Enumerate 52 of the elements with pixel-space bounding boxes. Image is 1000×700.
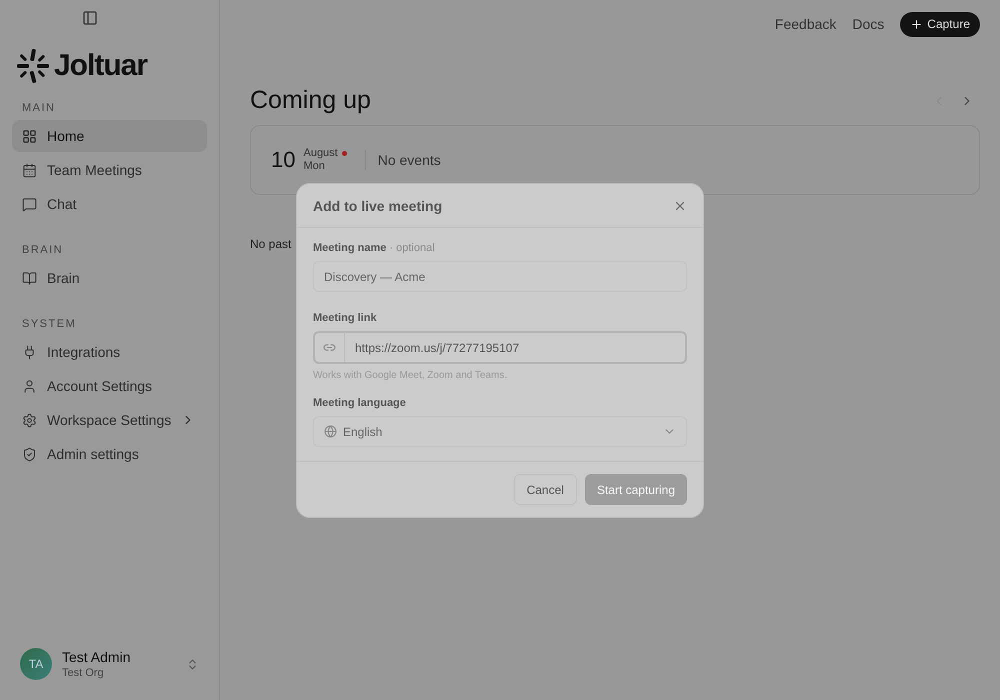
nav-label: Admin settings — [47, 446, 139, 462]
calendar-icon — [22, 162, 37, 178]
nav-label: Team Meetings — [47, 162, 142, 178]
nav-item[interactable]: Integrations — [12, 336, 207, 368]
nav-item[interactable]: Brain — [12, 262, 207, 294]
grid-icon — [22, 128, 37, 144]
section-heading: SYSTEM — [22, 318, 78, 330]
nav-item[interactable]: Home — [12, 120, 207, 152]
section-heading: MAIN — [22, 102, 56, 114]
secondary-button[interactable]: Cancel — [514, 474, 577, 505]
field-label: Meeting name · optional — [313, 242, 436, 254]
user-icon — [22, 378, 37, 394]
nav-label: Integrations — [47, 344, 120, 360]
month-label: August — [303, 147, 338, 160]
empty-message: No past — [250, 237, 292, 251]
nav-label: Brain — [47, 270, 80, 286]
field-label: Meeting language — [313, 397, 407, 409]
sidebar-toggle-icon[interactable] — [82, 10, 98, 26]
field-label: Meeting link — [313, 312, 378, 324]
input-field[interactable]: Discovery — Acme — [313, 261, 687, 292]
top-link[interactable]: Feedback — [774, 16, 836, 32]
language-select[interactable]: English — [313, 416, 687, 447]
section-title: Coming up — [250, 86, 371, 115]
dialog-title: Add to live meeting — [313, 198, 442, 214]
nav-label: Account Settings — [47, 378, 152, 394]
nav-item[interactable]: Chat — [12, 188, 207, 220]
nav-item[interactable]: Workspace Settings — [12, 404, 207, 436]
nav-label: Home — [47, 128, 84, 144]
plus-icon — [910, 18, 924, 30]
settings-icon — [22, 412, 37, 428]
org-name: Test Org — [62, 667, 105, 679]
shield-check-icon — [22, 446, 37, 462]
link-field[interactable]: https://zoom.us/j/77277195107 — [313, 331, 687, 364]
globe-icon — [324, 425, 337, 438]
link-input[interactable]: https://zoom.us/j/77277195107 — [345, 333, 685, 362]
capture-button[interactable]: Capture — [900, 12, 980, 36]
nav-item[interactable]: Account Settings — [12, 370, 207, 402]
brand-name: Joltuar — [54, 49, 148, 83]
user-name: Test Admin — [62, 649, 132, 665]
avatar: TA — [20, 648, 52, 680]
day-number: 10 — [271, 147, 296, 173]
nav-item[interactable]: Team Meetings — [12, 154, 207, 186]
section-heading: BRAIN — [22, 244, 64, 256]
nav-label: Chat — [47, 196, 77, 212]
logo-icon — [16, 48, 50, 84]
weekday-label: Mon — [303, 160, 326, 173]
events-summary: No events — [378, 152, 441, 168]
nav-item[interactable]: Admin settings — [12, 438, 207, 470]
chat-bubble-icon — [22, 196, 37, 212]
nav-label: Workspace Settings — [47, 412, 172, 428]
book-icon — [22, 270, 37, 286]
top-link[interactable]: Docs — [852, 16, 884, 32]
